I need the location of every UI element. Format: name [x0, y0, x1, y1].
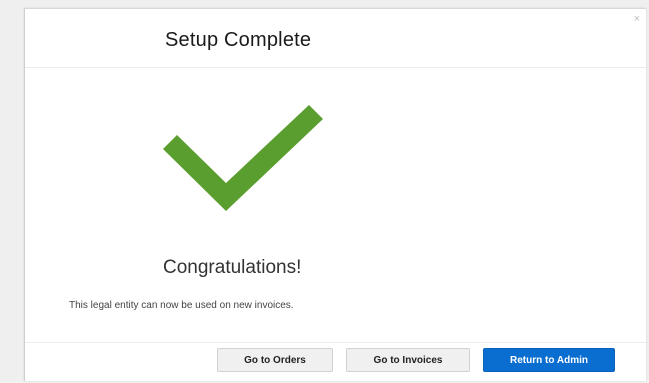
close-icon[interactable]: × [634, 13, 640, 25]
go-to-orders-button[interactable]: Go to Orders [217, 348, 333, 372]
dialog-title: Setup Complete [165, 29, 312, 51]
setup-complete-dialog: Setup Complete × Congratulations! This l… [24, 8, 646, 381]
success-heading: Congratulations! [163, 257, 302, 278]
return-to-admin-button[interactable]: Return to Admin [483, 348, 615, 372]
checkmark-icon [159, 103, 325, 213]
go-to-invoices-button[interactable]: Go to Invoices [346, 348, 470, 372]
success-message: This legal entity can now be used on new… [69, 300, 294, 311]
dialog-header: Setup Complete × [25, 9, 646, 68]
